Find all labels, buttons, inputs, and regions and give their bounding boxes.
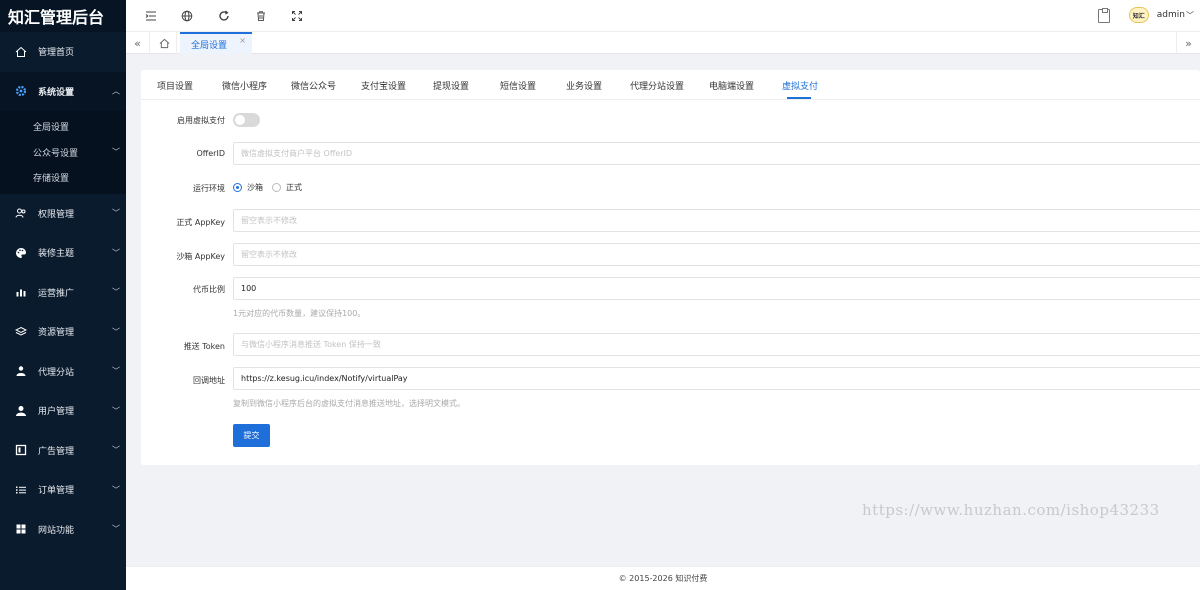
tab-business-settings[interactable]: 业务设置 [566, 79, 602, 92]
env-radio-group: 沙箱 正式 [233, 182, 311, 193]
env-sandbox-radio[interactable] [233, 183, 242, 192]
gear-icon [14, 84, 28, 98]
tab-pc-settings[interactable]: 电脑端设置 [709, 79, 754, 92]
enable-virtual-pay-switch[interactable] [233, 113, 260, 127]
sidebar-item-home[interactable]: 管理首页 [0, 32, 126, 72]
ad-icon [14, 443, 28, 457]
offerid-input[interactable]: 微信虚拟支付商户平台 OfferID [233, 142, 1200, 165]
token-label: 推送 Token [183, 342, 225, 351]
sidebar-item-site-features[interactable]: 网站功能 ﹀ [0, 510, 126, 550]
tab-mini-program[interactable]: 微信小程序 [222, 79, 267, 92]
fullscreen-icon[interactable] [290, 9, 304, 23]
app-logo: 知汇管理后台 [0, 0, 126, 32]
top-header: 知汇 admin ﹀ [126, 0, 1200, 32]
layers-icon [14, 325, 28, 339]
tab-agent-settings[interactable]: 代理分站设置 [630, 79, 684, 92]
tab-official-account[interactable]: 微信公众号 [291, 79, 336, 92]
sidebar: 知汇管理后台 管理首页 系统设置 ︿ 全局设置 公众号设置 ﹀ 存储设置 权限管… [0, 0, 126, 590]
chevron-down-icon: ﹀ [112, 147, 120, 157]
trash-icon[interactable] [254, 9, 268, 23]
globe-icon[interactable] [180, 9, 194, 23]
tab-withdraw-settings[interactable]: 提现设置 [433, 79, 469, 92]
tab-virtual-payment[interactable]: 虚拟支付 [782, 79, 818, 92]
sidebar-item-agents[interactable]: 代理分站 ﹀ [0, 352, 126, 392]
sidebar-subitem-official-account-settings[interactable]: 公众号设置 ﹀ [0, 140, 126, 166]
tab-alipay-settings[interactable]: 支付宝设置 [361, 79, 406, 92]
chevron-down-icon: ﹀ [112, 208, 120, 218]
system-settings-submenu: 全局设置 公众号设置 ﹀ 存储设置 [0, 111, 126, 194]
users-icon [14, 206, 28, 220]
admin-menu[interactable]: 知汇 admin ﹀ [1128, 7, 1194, 23]
sidebar-item-system-settings[interactable]: 系统设置 ︿ [0, 71, 126, 111]
refresh-icon[interactable] [217, 9, 231, 23]
active-tab-indicator [787, 97, 811, 99]
sidebar-subitem-storage-settings[interactable]: 存储设置 [0, 165, 126, 191]
callback-hint: 复制到微信小程序后台的虚拟支付消息推送地址，选择明文模式。 [233, 399, 465, 408]
sidebar-item-orders[interactable]: 订单管理 ﹀ [0, 470, 126, 510]
chevron-down-icon: ﹀ [112, 406, 120, 416]
chevron-down-icon: ﹀ [112, 524, 120, 534]
tabs-scroll-left-icon[interactable]: « [126, 32, 150, 54]
menu-fold-icon[interactable] [144, 9, 158, 23]
ratio-input[interactable]: 100 [233, 277, 1200, 300]
chevron-down-icon: ﹀ [112, 485, 120, 495]
tab-global-settings[interactable]: 全局设置 × [180, 32, 252, 54]
enable-virtual-pay-label: 启用虚拟支付 [177, 116, 225, 125]
chevron-down-icon: ﹀ [112, 445, 120, 455]
ratio-hint: 1元对应的代币数量，建议保持100。 [233, 309, 366, 318]
chevron-down-icon: ﹀ [1186, 10, 1194, 20]
submit-button[interactable]: 提交 [233, 424, 270, 447]
tab-project-settings[interactable]: 项目设置 [157, 79, 193, 92]
env-production-radio[interactable] [272, 183, 281, 192]
tab-sms-settings[interactable]: 短信设置 [500, 79, 536, 92]
avatar: 知汇 [1128, 7, 1149, 23]
footer: © 2015-2026 知识付费 [126, 566, 1200, 590]
offerid-label: OfferID [196, 149, 225, 158]
ratio-label: 代币比例 [193, 285, 225, 294]
sidebar-item-theme[interactable]: 装修主题 ﹀ [0, 233, 126, 273]
sidebar-item-resources[interactable]: 资源管理 ﹀ [0, 312, 126, 352]
agent-icon [14, 364, 28, 378]
sidebar-item-marketing[interactable]: 运营推广 ﹀ [0, 273, 126, 313]
sandbox-appkey-input[interactable]: 留空表示不修改 [233, 243, 1200, 266]
token-input[interactable]: 与微信小程序消息推送 Token 保持一致 [233, 333, 1200, 356]
env-label: 运行环境 [193, 184, 225, 193]
tabs-bar: « 全局设置 × » [126, 32, 1200, 54]
settings-tabs: 项目设置 微信小程序 微信公众号 支付宝设置 提现设置 短信设置 业务设置 代理… [141, 70, 1200, 100]
copyright-text: © 2015-2026 知识付费 [618, 574, 708, 583]
callback-input[interactable]: https://z.kesug.icu/index/Notify/virtual… [233, 367, 1200, 390]
appkey-label: 正式 AppKey [176, 218, 225, 227]
tabs-scroll-right-icon[interactable]: » [1176, 32, 1200, 54]
chevron-down-icon: ﹀ [112, 366, 120, 376]
sidebar-subitem-global-settings[interactable]: 全局设置 [0, 114, 126, 140]
user-icon [14, 404, 28, 418]
admin-name: admin [1156, 10, 1185, 20]
grid-icon [14, 522, 28, 536]
sidebar-item-users[interactable]: 用户管理 ﹀ [0, 391, 126, 431]
chart-icon [14, 285, 28, 299]
chevron-down-icon: ﹀ [112, 327, 120, 337]
chevron-down-icon: ﹀ [112, 248, 120, 258]
palette-icon [14, 246, 28, 260]
home-tab-icon[interactable] [153, 32, 177, 54]
list-icon [14, 483, 28, 497]
sandbox-appkey-label: 沙箱 AppKey [176, 252, 225, 261]
watermark: https://www.huzhan.com/ishop43233 [862, 501, 1160, 519]
sidebar-item-permissions[interactable]: 权限管理 ﹀ [0, 194, 126, 234]
appkey-input[interactable]: 留空表示不修改 [233, 209, 1200, 232]
home-icon [14, 45, 28, 59]
callback-label: 回调地址 [193, 376, 225, 385]
sidebar-item-ads[interactable]: 广告管理 ﹀ [0, 431, 126, 471]
chevron-down-icon: ﹀ [112, 287, 120, 297]
clipboard-icon[interactable] [1098, 8, 1110, 23]
chevron-up-icon: ︿ [112, 86, 120, 96]
settings-card: 项目设置 微信小程序 微信公众号 支付宝设置 提现设置 短信设置 业务设置 代理… [141, 70, 1200, 465]
close-icon[interactable]: × [239, 36, 246, 45]
